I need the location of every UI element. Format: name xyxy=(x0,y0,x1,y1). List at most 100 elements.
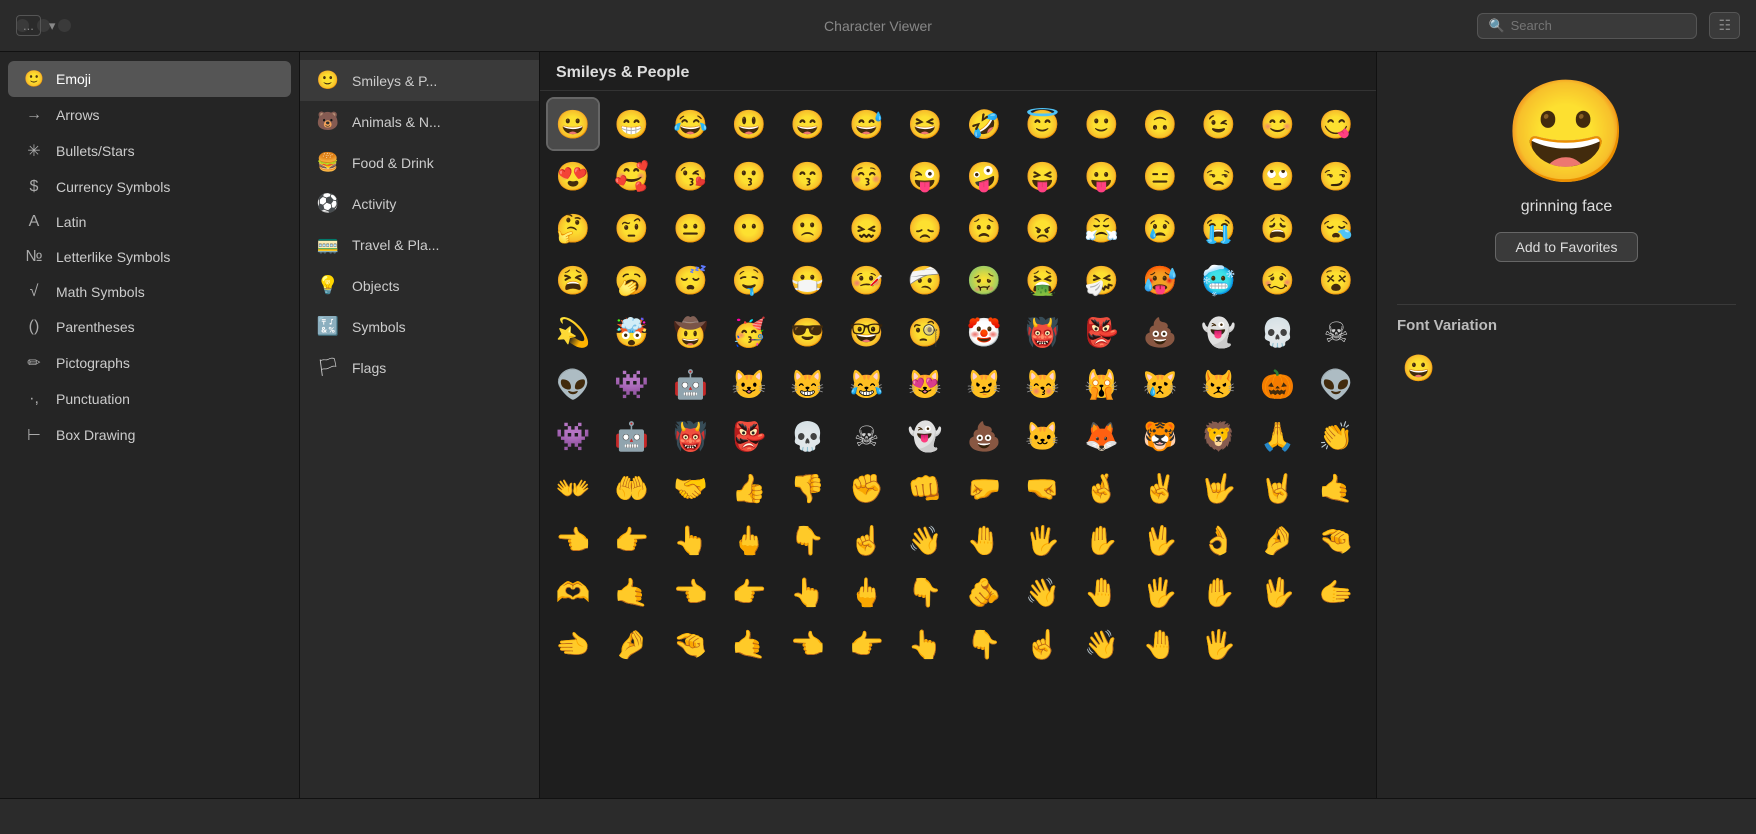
sidebar-item-letterlike[interactable]: №Letterlike Symbols xyxy=(8,240,291,274)
emoji-cell[interactable]: 😺 xyxy=(724,359,774,409)
sidebar-item-latin[interactable]: ALatin xyxy=(8,205,291,239)
emoji-cell[interactable]: 😝 xyxy=(1018,151,1068,201)
emoji-cell[interactable]: 😊 xyxy=(1253,99,1303,149)
emoji-cell[interactable]: 🤠 xyxy=(665,307,715,357)
emoji-cell[interactable]: ☠ xyxy=(842,411,892,461)
emoji-cell[interactable]: 👇 xyxy=(959,619,1009,669)
font-var-cell[interactable]: 😀 xyxy=(1397,346,1441,390)
emoji-cell[interactable]: 🥵 xyxy=(1135,255,1185,305)
emoji-cell[interactable]: 😿 xyxy=(1135,359,1185,409)
emoji-cell[interactable]: 🎃 xyxy=(1253,359,1303,409)
emoji-cell[interactable]: 🤧 xyxy=(1076,255,1126,305)
emoji-cell[interactable]: 🤮 xyxy=(1018,255,1068,305)
subcat-item-symbols[interactable]: 🔣Symbols xyxy=(300,306,539,347)
emoji-cell[interactable]: 😑 xyxy=(1135,151,1185,201)
emoji-cell[interactable]: 😻 xyxy=(900,359,950,409)
emoji-cell[interactable]: 👆 xyxy=(900,619,950,669)
emoji-cell[interactable]: ☝ xyxy=(1018,619,1068,669)
emoji-cell[interactable]: 😀 xyxy=(548,99,598,149)
emoji-cell[interactable]: 😢 xyxy=(1135,203,1185,253)
emoji-cell[interactable]: 🤘 xyxy=(1253,463,1303,513)
emoji-cell[interactable]: 🙂 xyxy=(1076,99,1126,149)
emoji-cell[interactable]: ✊ xyxy=(842,463,892,513)
emoji-cell[interactable]: 👈 xyxy=(783,619,833,669)
emoji-cell[interactable]: 🙁 xyxy=(783,203,833,253)
emoji-cell[interactable]: ✋ xyxy=(1076,515,1126,565)
sidebar-item-math[interactable]: √Math Symbols xyxy=(8,275,291,309)
subcat-item-animals[interactable]: 🐻Animals & N... xyxy=(300,101,539,142)
emoji-cell[interactable]: 🫶 xyxy=(548,567,598,617)
emoji-cell[interactable]: 😁 xyxy=(607,99,657,149)
chevron-icon[interactable]: ▾ xyxy=(49,18,56,34)
emoji-cell[interactable]: 👇 xyxy=(900,567,950,617)
emoji-cell[interactable]: 🤚 xyxy=(1076,567,1126,617)
emoji-cell[interactable]: 👉 xyxy=(724,567,774,617)
emoji-cell[interactable]: 🤙 xyxy=(1311,463,1361,513)
emoji-cell[interactable]: 🥰 xyxy=(607,151,657,201)
emoji-cell[interactable]: 🤣 xyxy=(959,99,1009,149)
emoji-cell[interactable]: 🤙 xyxy=(724,619,774,669)
emoji-cell[interactable]: 😙 xyxy=(783,151,833,201)
emoji-cell[interactable]: 😄 xyxy=(783,99,833,149)
emoji-cell[interactable]: 👺 xyxy=(1076,307,1126,357)
emoji-cell[interactable]: 😜 xyxy=(900,151,950,201)
emoji-cell[interactable]: 🤲 xyxy=(607,463,657,513)
emoji-cell[interactable]: 😪 xyxy=(1311,203,1361,253)
emoji-cell[interactable]: 🤪 xyxy=(959,151,1009,201)
subcat-item-flags[interactable]: 🏳Flags xyxy=(300,347,539,388)
emoji-cell[interactable]: ✌ xyxy=(1135,463,1185,513)
emoji-cell[interactable]: 🤡 xyxy=(959,307,1009,357)
emoji-cell[interactable]: 🤜 xyxy=(1018,463,1068,513)
emoji-cell[interactable]: 😫 xyxy=(548,255,598,305)
subcat-item-activity[interactable]: ⚽Activity xyxy=(300,183,539,224)
emoji-cell[interactable]: ☠ xyxy=(1311,307,1361,357)
emoji-cell[interactable]: 👹 xyxy=(1018,307,1068,357)
emoji-cell[interactable]: 🤚 xyxy=(1135,619,1185,669)
emoji-cell[interactable]: 👇 xyxy=(783,515,833,565)
emoji-cell[interactable]: 🖐 xyxy=(1194,619,1244,669)
emoji-cell[interactable]: 🤨 xyxy=(607,203,657,253)
emoji-cell[interactable]: 🐱 xyxy=(1018,411,1068,461)
emoji-cell[interactable]: 🤕 xyxy=(900,255,950,305)
emoji-cell[interactable]: 😐 xyxy=(665,203,715,253)
emoji-cell[interactable]: 👉 xyxy=(607,515,657,565)
emoji-cell[interactable]: 👽 xyxy=(1311,359,1361,409)
emoji-cell[interactable]: 👈 xyxy=(665,567,715,617)
emoji-cell[interactable]: 🧐 xyxy=(900,307,950,357)
sidebar-item-parentheses[interactable]: ()Parentheses xyxy=(8,310,291,344)
emoji-cell[interactable]: 🤢 xyxy=(959,255,1009,305)
emoji-cell[interactable]: 🤓 xyxy=(842,307,892,357)
emoji-cell[interactable]: 🤏 xyxy=(1311,515,1361,565)
emoji-cell[interactable]: 👻 xyxy=(900,411,950,461)
emoji-cell[interactable]: 🤤 xyxy=(724,255,774,305)
emoji-cell[interactable]: 😒 xyxy=(1194,151,1244,201)
emoji-cell[interactable]: 😹 xyxy=(842,359,892,409)
emoji-cell[interactable]: 🫱 xyxy=(1311,567,1361,617)
emoji-cell[interactable]: 💫 xyxy=(548,307,598,357)
sidebar-item-bullets[interactable]: ✳Bullets/Stars xyxy=(8,133,291,169)
emoji-cell[interactable]: 🥴 xyxy=(1253,255,1303,305)
emoji-cell[interactable]: 👾 xyxy=(607,359,657,409)
emoji-cell[interactable]: 👻 xyxy=(1194,307,1244,357)
emoji-cell[interactable]: 😵 xyxy=(1311,255,1361,305)
emoji-cell[interactable]: 🖖 xyxy=(1253,567,1303,617)
emoji-cell[interactable]: 😸 xyxy=(783,359,833,409)
sidebar-item-arrows[interactable]: →Arrows xyxy=(8,98,291,132)
emoji-cell[interactable]: 👹 xyxy=(665,411,715,461)
sidebar-item-box[interactable]: ⊢Box Drawing xyxy=(8,417,291,453)
emoji-cell[interactable]: 😤 xyxy=(1076,203,1126,253)
emoji-cell[interactable]: 😃 xyxy=(724,99,774,149)
emoji-cell[interactable]: 👍 xyxy=(724,463,774,513)
emoji-cell[interactable]: 😭 xyxy=(1194,203,1244,253)
emoji-cell[interactable]: 😘 xyxy=(665,151,715,201)
emoji-cell[interactable]: 👋 xyxy=(900,515,950,565)
emoji-cell[interactable]: 😏 xyxy=(1311,151,1361,201)
emoji-cell[interactable]: 😆 xyxy=(900,99,950,149)
emoji-cell[interactable]: 💩 xyxy=(1135,307,1185,357)
emoji-cell[interactable]: 😼 xyxy=(959,359,1009,409)
emoji-cell[interactable]: 🥶 xyxy=(1194,255,1244,305)
emoji-cell[interactable]: 👈 xyxy=(548,515,598,565)
emoji-cell[interactable]: 🤝 xyxy=(665,463,715,513)
emoji-cell[interactable]: 🤔 xyxy=(548,203,598,253)
emoji-cell[interactable]: 🖕 xyxy=(724,515,774,565)
